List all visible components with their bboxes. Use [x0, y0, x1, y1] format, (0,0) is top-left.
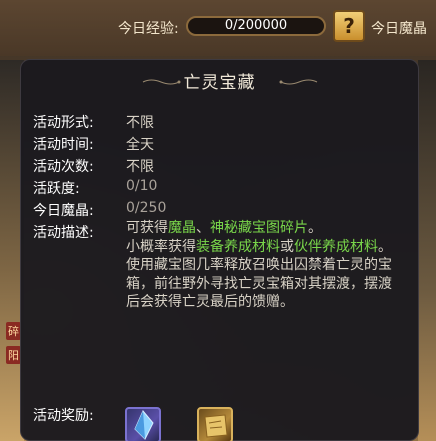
map-tag-2: 阳 [6, 346, 21, 364]
desc-text: 、 [196, 220, 210, 236]
title-ornament-right-icon [279, 79, 318, 85]
info-label: 活动形式: [33, 115, 94, 131]
info-label: 今日魔晶: [33, 203, 94, 219]
desc-text: 或 [280, 238, 294, 255]
info-value: 0/250 [126, 200, 167, 216]
info-value: 0/10 [126, 178, 158, 194]
blue-crystal-icon [134, 410, 154, 440]
daily-exp-value: 0/200000 [224, 18, 288, 33]
panel-title: 亡灵宝藏 [183, 73, 256, 93]
info-value: 不限 [126, 159, 154, 175]
map-tag-1: 碎 [6, 322, 21, 340]
gold-treasure-map-icon[interactable] [197, 407, 233, 441]
desc-highlight: 魔晶 [168, 220, 196, 236]
info-label: 活动时间: [33, 137, 94, 153]
activity-description: 可获得魔晶、神秘藏宝图碎片。 小概率获得装备养成材料或伙伴养成材料。 使用藏宝图… [126, 219, 394, 312]
info-value: 不限 [126, 115, 154, 131]
help-button[interactable]: ? [333, 10, 365, 42]
blue-crystal-icon[interactable] [125, 407, 161, 441]
daily-magic-crystal-label: 今日魔晶 [371, 21, 427, 37]
desc-text: 。 [378, 238, 392, 255]
desc-highlight: 伙伴养成材料 [294, 238, 378, 255]
top-status-bar: 今日经验: 0/200000 ? 今日魔晶 [0, 0, 436, 56]
desc-text: 。 [308, 220, 322, 236]
desc-paragraph-1: 可获得魔晶、神秘藏宝图碎片。 [126, 219, 394, 238]
desc-text: 可获得 [126, 220, 168, 236]
info-label: 活动描述: [33, 225, 94, 241]
daily-exp-label: 今日经验: [118, 21, 179, 37]
gold-treasure-map-icon [204, 414, 228, 438]
info-label: 活动次数: [33, 159, 94, 175]
desc-highlight: 装备养成材料 [196, 238, 280, 255]
desc-text: 小概率获得 [126, 238, 196, 255]
info-label: 活跃度: [33, 181, 80, 197]
info-value: 全天 [126, 137, 154, 153]
daily-exp-progress-bar: 0/200000 [186, 16, 326, 36]
desc-paragraph-3: 使用藏宝图几率释放召唤出囚禁着亡灵的宝箱，前往野外寻找亡灵宝箱对其摆渡，摆渡后会… [126, 257, 392, 310]
background-map-right [418, 60, 436, 441]
reward-label: 活动奖励: [33, 408, 94, 424]
activity-tooltip-panel: 亡灵宝藏 活动形式: 不限 活动时间: 全天 活动次数: 不限 活跃度: 0/1… [20, 59, 419, 441]
desc-highlight: 神秘藏宝图碎片 [210, 220, 308, 236]
desc-paragraph-2: 小概率获得装备养成材料或伙伴养成材料。 [126, 238, 394, 257]
